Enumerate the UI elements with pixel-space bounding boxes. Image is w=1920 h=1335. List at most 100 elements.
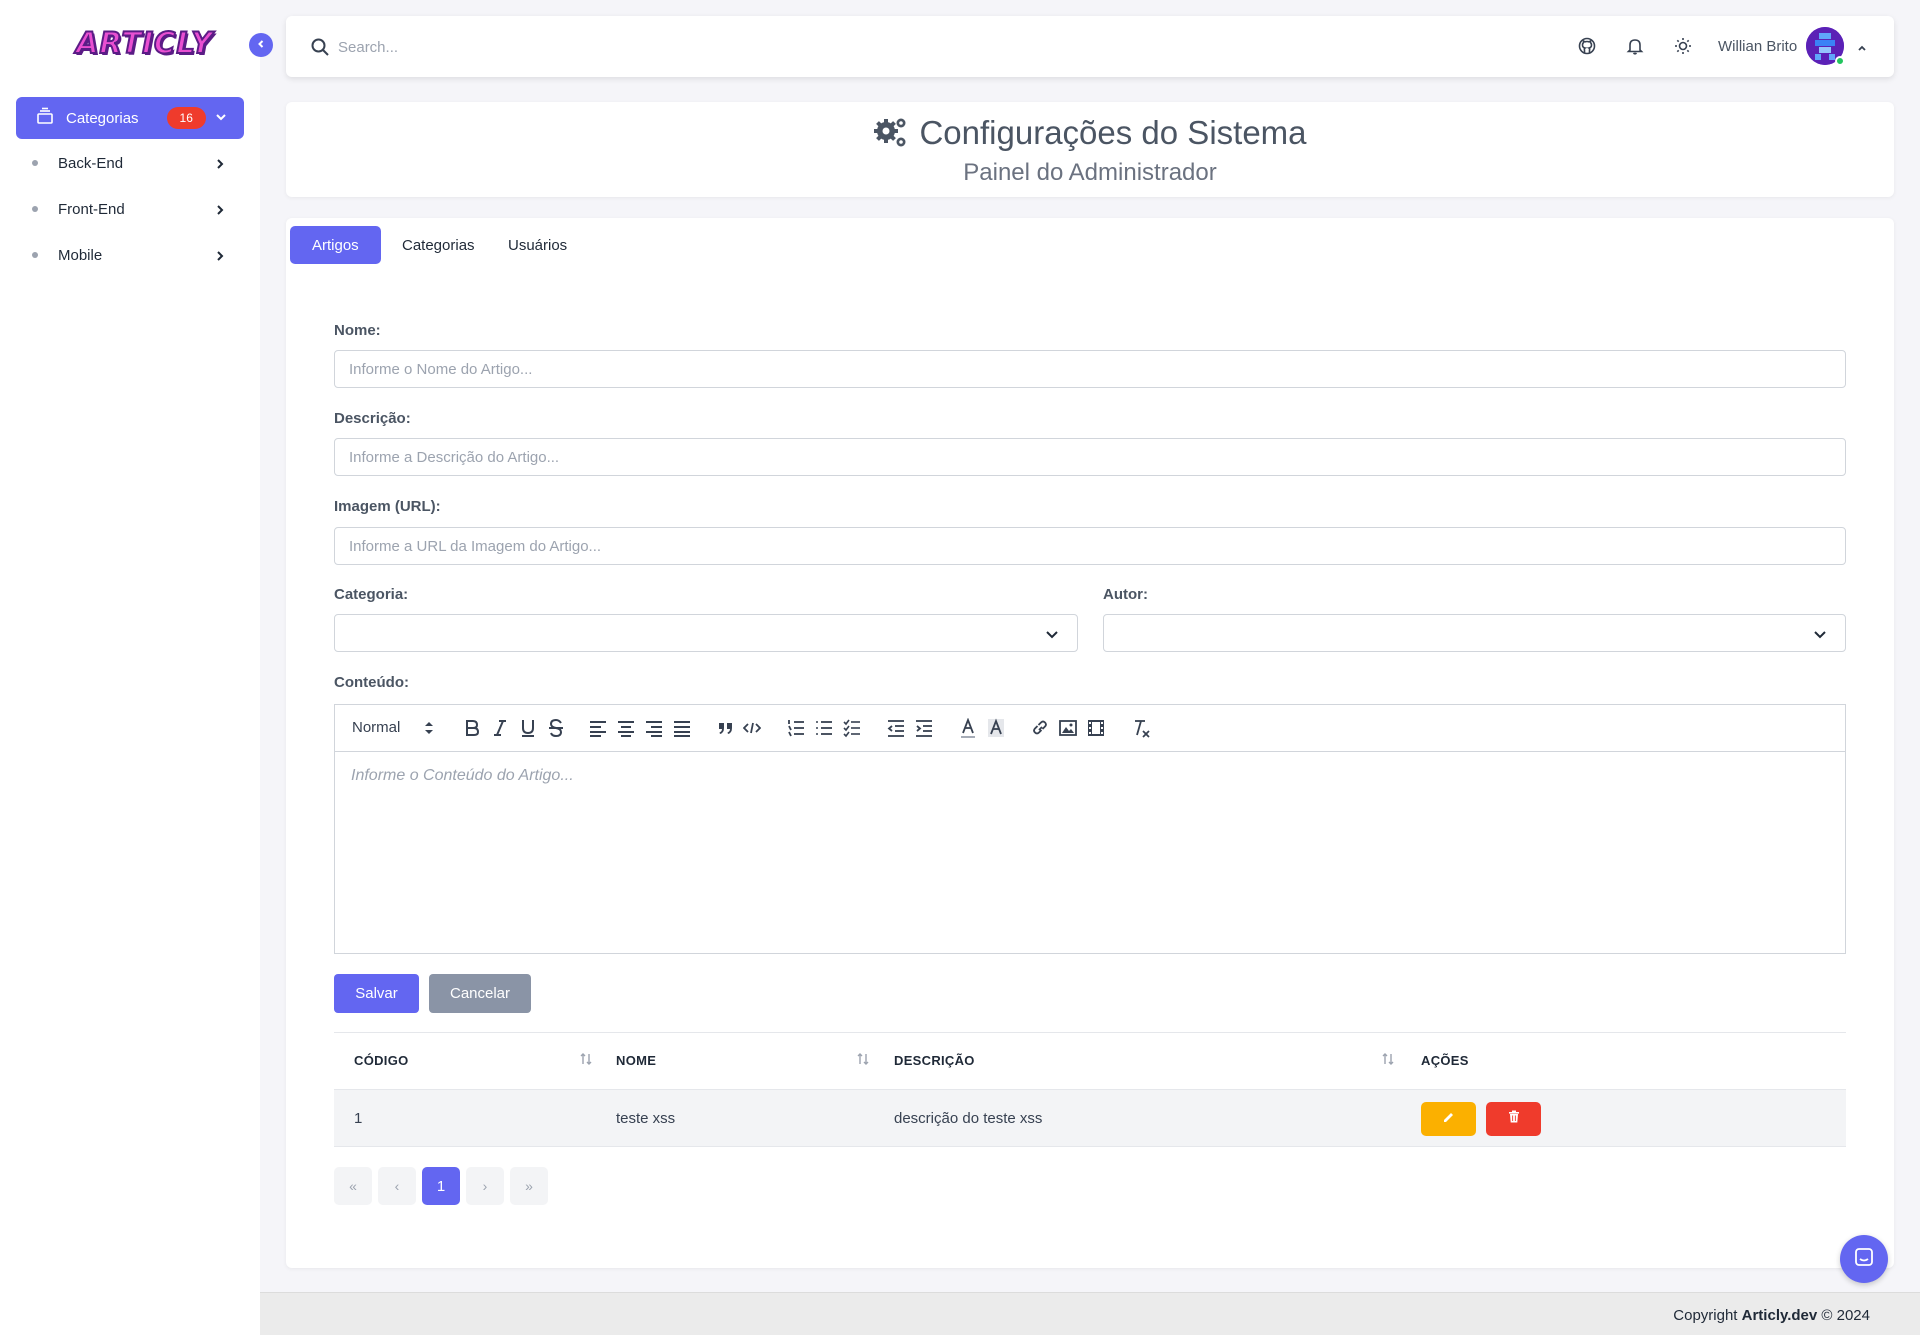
check-list-icon[interactable] [843,718,861,743]
chat-icon [1854,1247,1874,1272]
sidebar-item-label: Categorias [66,109,139,127]
sidebar-item-label: Front-End [58,200,125,218]
chevron-right-icon [214,203,226,220]
page-title: Configurações do Sistema [286,114,1894,152]
sort-icon[interactable] [1381,1052,1395,1071]
tab-usuarios[interactable]: Usuários [486,226,589,264]
column-header-descricao[interactable]: DESCRIÇÃO [894,1032,975,1089]
category-select[interactable] [334,614,1078,652]
copyright-prefix: Copyright [1673,1307,1738,1324]
sort-icon[interactable] [579,1052,593,1071]
trash-icon [1508,1110,1520,1128]
pagination-first[interactable]: « [334,1167,372,1205]
editor-placeholder[interactable]: Informe o Conteúdo do Artigo... [351,767,574,785]
column-header-codigo[interactable]: CÓDIGO [354,1032,409,1089]
image-icon[interactable] [1059,718,1077,743]
articly-logo[interactable]: ARTICLY [75,25,213,61]
chevron-left-icon [256,36,266,54]
sidebar-item-back-end[interactable]: Back-End [32,148,232,178]
bold-icon[interactable] [463,718,481,743]
editor-toolbar: Normal [335,705,1845,752]
page-header: Configurações do Sistema Painel do Admin… [286,102,1894,197]
table-row[interactable]: 1 teste xss descrição do teste xss [334,1089,1846,1147]
sidebar-item-mobile[interactable]: Mobile [32,240,232,270]
search-icon [310,37,330,62]
description-label: Descrição: [334,410,411,427]
bullet-icon [32,252,38,258]
code-block-icon[interactable] [742,718,762,743]
page-subtitle: Painel do Administrador [963,159,1217,186]
cell-description: descrição do teste xss [894,1110,1043,1127]
main-card: Artigos Categorias Usuários Nome: Descri… [286,218,1894,1268]
align-left-icon[interactable] [589,718,607,743]
sidebar-item-label: Mobile [58,246,103,264]
content-label: Conteúdo: [334,674,409,691]
sidebar: ARTICLY Categorias 16 Back-End Front-End… [0,0,260,1335]
clear-format-icon[interactable] [1131,718,1151,743]
chevron-down-icon [214,110,228,128]
pagination-prev[interactable]: ‹ [378,1167,416,1205]
bullet-list-icon[interactable] [815,718,833,743]
tab-artigos[interactable]: Artigos [290,226,381,264]
image-url-label: Imagem (URL): [334,498,441,515]
delete-button[interactable] [1486,1102,1541,1136]
save-button[interactable]: Salvar [334,974,419,1013]
ordered-list-icon[interactable] [787,718,805,743]
edit-button[interactable] [1421,1102,1476,1136]
user-name[interactable]: Willian Brito [1718,38,1797,55]
name-field[interactable] [334,350,1846,388]
sidebar-item-front-end[interactable]: Front-End [32,194,232,224]
column-header-nome[interactable]: NOME [616,1032,656,1089]
chevron-right-icon [214,157,226,174]
author-select[interactable] [1103,614,1846,652]
updown-icon [424,721,434,740]
video-icon[interactable] [1087,718,1105,743]
pagination-last[interactable]: » [510,1167,548,1205]
background-color-icon[interactable] [987,718,1005,743]
italic-icon[interactable] [491,718,509,743]
align-right-icon[interactable] [645,718,663,743]
blockquote-icon[interactable] [717,718,735,743]
header-format-select[interactable]: Normal [352,719,400,736]
outdent-icon[interactable] [887,718,905,743]
chat-support-button[interactable] [1840,1235,1888,1283]
image-url-field[interactable] [334,527,1846,565]
sidebar-item-categorias[interactable]: Categorias 16 [16,97,244,139]
search-input[interactable] [338,30,838,64]
cancel-button[interactable]: Cancelar [429,974,531,1013]
chevron-up-icon[interactable] [1856,41,1868,59]
bullet-icon [32,160,38,166]
page-title-text: Configurações do Sistema [919,114,1307,151]
strikethrough-icon[interactable] [547,718,565,743]
copyright-text: Copyright Articly.dev © 2024 [1673,1307,1870,1324]
align-center-icon[interactable] [617,718,635,743]
category-label: Categoria: [334,586,409,603]
copyright-brand[interactable]: Articly.dev [1742,1307,1818,1324]
pagination-next[interactable]: › [466,1167,504,1205]
underline-icon[interactable] [519,718,537,743]
bell-icon[interactable] [1626,37,1644,60]
footer: Copyright Articly.dev © 2024 [260,1292,1920,1335]
collapse-sidebar-button[interactable] [249,33,273,57]
indent-icon[interactable] [915,718,933,743]
chevron-down-icon [1045,628,1059,647]
pagination-page-1[interactable]: 1 [422,1167,460,1205]
pencil-icon [1443,1110,1455,1128]
github-icon[interactable] [1578,37,1596,60]
text-color-icon[interactable] [959,717,977,743]
online-status-indicator [1835,56,1845,66]
align-justify-icon[interactable] [673,718,691,743]
description-field[interactable] [334,438,1846,476]
gears-icon [873,116,909,150]
column-header-acoes: AÇÕES [1421,1053,1469,1068]
bullet-icon [32,206,38,212]
chevron-down-icon [1813,628,1827,647]
link-icon[interactable] [1031,718,1049,743]
chevron-right-icon [214,249,226,266]
tab-categorias[interactable]: Categorias [380,226,497,264]
cell-name: teste xss [616,1110,676,1127]
sun-icon[interactable] [1674,37,1692,60]
sort-icon[interactable] [856,1052,870,1071]
table-divider [334,1032,1846,1033]
topbar: Willian Brito [286,16,1894,77]
